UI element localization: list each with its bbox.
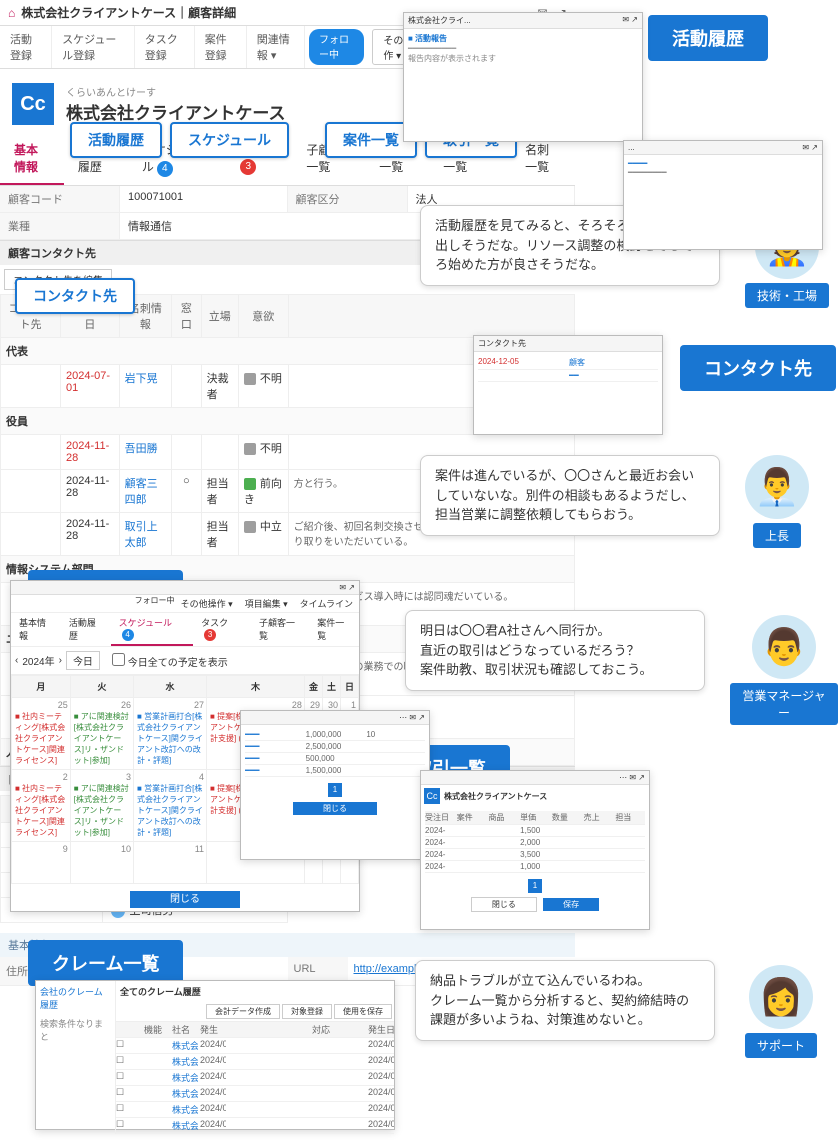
ind-label: 業種	[0, 213, 120, 239]
contact-window	[172, 435, 202, 470]
calendar-cell[interactable]: 25■ 社内ミーティング[株式会社クライアントケース]関連ライセンス]	[12, 698, 71, 770]
persona-support: 👩 サポート	[745, 965, 817, 1058]
mini-claim: 会社のクレーム履歴 検索条件なりまと 全てのクレーム履歴 会計データ作成 対象登…	[35, 980, 395, 1130]
persona-label: 営業マネージャー	[730, 683, 838, 725]
app-icon: ⌂	[8, 6, 15, 20]
contact-name-link[interactable]: 吾田勝	[125, 443, 158, 455]
cal-today[interactable]: 今日	[66, 651, 100, 670]
cat-label: 顧客区分	[288, 186, 408, 212]
contact-stance: 中立	[238, 513, 288, 556]
contact-col: 意欲	[238, 295, 288, 338]
contact-window	[172, 365, 202, 408]
contact-role: 担当者	[201, 513, 238, 556]
contact-stance: 不明	[238, 435, 288, 470]
tab-basic[interactable]: 基本情報	[0, 133, 64, 185]
contact-stance: 不明	[238, 365, 288, 408]
speech-support: 納品トラブルが立て込んでいるわね。 クレーム一覧から分析すると、契約締結時の課題…	[415, 960, 715, 1041]
code-label: 顧客コード	[0, 186, 120, 212]
calendar-cell[interactable]: 9	[12, 842, 71, 884]
contact-date: 2024-11-28	[61, 435, 120, 470]
callout-contact: コンタクト先	[15, 278, 135, 314]
mini-anken: ⋯ ✉ ↗ ━━━1,000,00010━━━2,500,000━━━500,0…	[240, 710, 430, 860]
contact-date: 2024-07-01	[61, 365, 120, 408]
calendar-cell[interactable]: 4■ 営業計画打合[株式会社クライアントケース]関クライアント改訂への改計・評題…	[134, 770, 207, 842]
mini-contact: コンタクト先 2024-12-05顧客 ━━	[473, 335, 663, 435]
callout-schedule: スケジュール	[170, 122, 289, 158]
reg-anken[interactable]: 案件登録	[195, 26, 247, 68]
persona-label: 上長	[753, 523, 801, 548]
avatar-icon: 👩	[749, 965, 813, 1029]
anken-close[interactable]: 閉じる	[293, 802, 377, 815]
reg-related[interactable]: 関連情報 ▾	[247, 26, 305, 68]
reg-activity[interactable]: 活動登録	[0, 26, 52, 68]
persona-label: 技術・工場	[745, 283, 829, 308]
label-contact: コンタクト先	[680, 345, 836, 391]
calendar-cell[interactable]: 2■ 社内ミーティング[株式会社クライアントケース]関連ライセンス]	[12, 770, 71, 842]
contact-name-link[interactable]: 取引上太郎	[125, 521, 158, 549]
reg-schedule[interactable]: スケジュール登録	[52, 26, 135, 68]
avatar-icon: 👨	[752, 615, 816, 679]
speech-boss: 案件は進んでいるが、〇〇さんと最近お会いしていないな。別件の相談もあるようだし、…	[420, 455, 720, 536]
contact-date: 2024-11-28	[61, 470, 120, 513]
persona-label: サポート	[745, 1033, 817, 1058]
follow-pill[interactable]: フォロー中	[309, 29, 364, 65]
contact-stance: 前向き	[238, 470, 288, 513]
customer-logo: Cc	[12, 83, 54, 125]
customer-name: 株式会社クライアントケース	[66, 99, 285, 124]
calendar-cell[interactable]: 11	[134, 842, 207, 884]
mini-torihiki: ⋯ ✉ ↗ Cc 株式会社クライアントケース 受注日案件商品単価数量売上担当20…	[420, 770, 650, 930]
contact-col: 立場	[201, 295, 238, 338]
speech-mgr: 明日は〇〇君A社さんへ同行か。 直近の取引はどうなっているだろう？ 案件助教、取…	[405, 610, 705, 691]
follow-pill[interactable]: フォロー中	[135, 595, 175, 612]
mini-activity-1: 株式会社クライ...✉ ↗ ■ 活動報告 ━━━━━━━━━━ 報告内容が表示さ…	[403, 12, 643, 142]
callout-activity: 活動履歴	[70, 122, 162, 158]
mini-activity-2: ...✉ ↗ ━━━━━━━━━━━━	[623, 140, 823, 250]
label-activity-history: 活動履歴	[648, 15, 768, 61]
torihiki-close[interactable]: 閉じる	[471, 897, 537, 912]
persona-boss: 👨‍💼 上長	[745, 455, 809, 548]
contact-date: 2024-11-28	[61, 513, 120, 556]
calendar-cell[interactable]: 3■ アに関連検討[株式会社クライアントケース]リ・ザンドット|参加]	[70, 770, 133, 842]
calendar-cell[interactable]: 26■ アに関連検討[株式会社クライアントケース]リ・ザンドット|参加]	[70, 698, 133, 770]
contact-col	[288, 295, 574, 338]
calendar-cell[interactable]: 27■ 営業計画打合[株式会社クライアントケース]関クライアント改訂への改計・評…	[134, 698, 207, 770]
cal-scope-check[interactable]	[112, 653, 125, 666]
reg-task[interactable]: タスク登録	[135, 26, 195, 68]
avatar-icon: 👨‍💼	[745, 455, 809, 519]
cal-close[interactable]: 閉じる	[130, 891, 240, 908]
contact-role: 決裁者	[201, 365, 238, 408]
schedule-badge: 4	[157, 161, 173, 177]
mini-title: 株式会社クライ...	[408, 15, 471, 26]
persona-mgr: 👨 営業マネージャー	[730, 615, 838, 725]
contact-role: 担当者	[201, 470, 238, 513]
contact-window: ○	[172, 470, 202, 513]
contact-role	[201, 435, 238, 470]
contact-name-link[interactable]: 顧客三四郎	[125, 478, 158, 506]
contact-col: 窓口	[172, 295, 202, 338]
task-badge: 3	[240, 159, 256, 175]
code-value: 100071001	[120, 186, 288, 212]
customer-kana: くらいあんとけーす	[66, 84, 285, 99]
contact-window	[172, 513, 202, 556]
contact-name-link[interactable]: 岩下晃	[125, 373, 158, 385]
torihiki-save[interactable]: 保存	[543, 898, 599, 911]
calendar-cell[interactable]: 10	[70, 842, 133, 884]
